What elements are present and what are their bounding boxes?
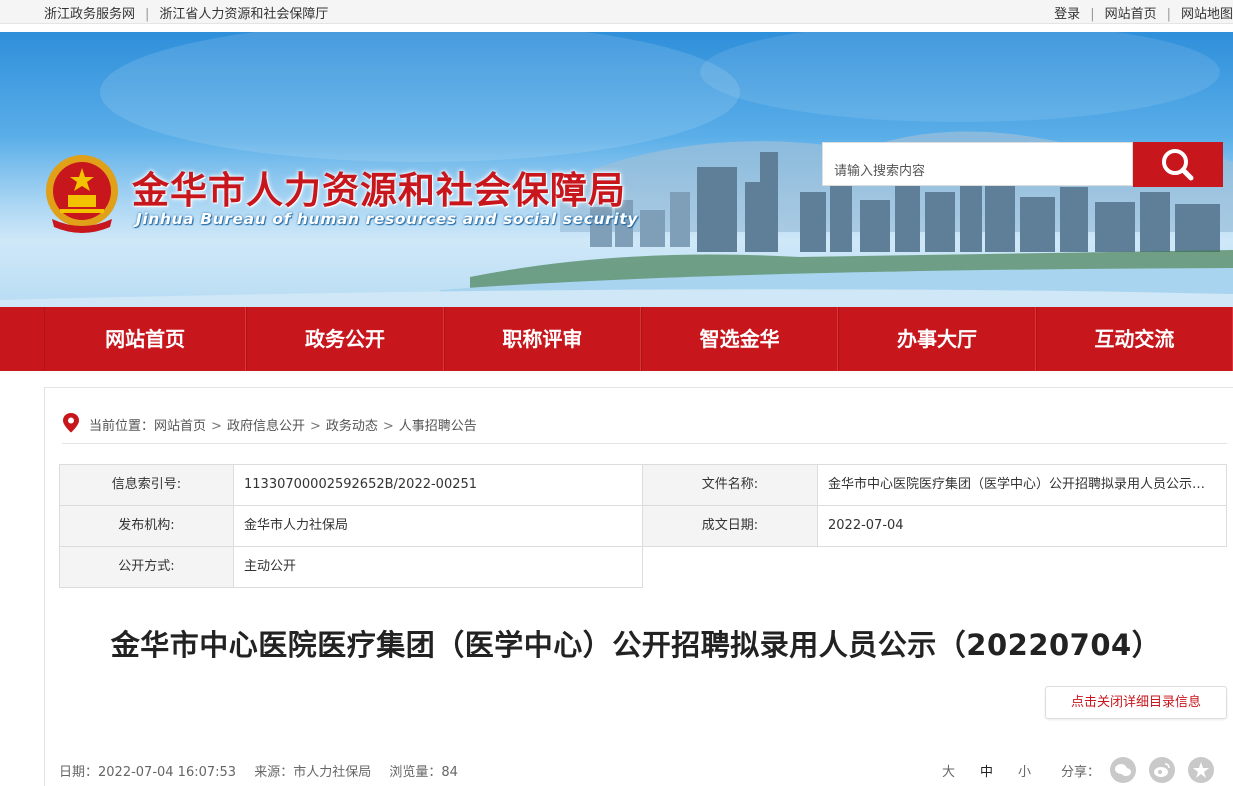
article-title: 金华市中心医院医疗集团（医学中心）公开招聘拟录用人员公示（20220704） bbox=[110, 628, 1162, 662]
breadcrumb-item[interactable]: 政务动态 bbox=[326, 419, 378, 434]
mode-label: 公开方式: bbox=[59, 546, 234, 588]
font-size-small[interactable]: 小 bbox=[1018, 765, 1031, 780]
login-link[interactable]: 登录 bbox=[1054, 7, 1080, 22]
breadcrumb-item[interactable]: 网站首页 bbox=[154, 419, 206, 434]
breadcrumb-separator: > bbox=[309, 419, 321, 434]
top-bar-left: 浙江政务服务网 | 浙江省人力资源和社会保障厅 bbox=[44, 3, 328, 22]
nav-item-home[interactable]: 网站首页 bbox=[44, 307, 247, 371]
nav-item-gov-affairs[interactable]: 政务公开 bbox=[246, 307, 444, 371]
star-icon[interactable] bbox=[1188, 757, 1214, 783]
date-value: 2022-07-04 bbox=[817, 505, 1227, 547]
share-label: 分享： bbox=[1061, 765, 1101, 780]
divider: | bbox=[1090, 7, 1095, 22]
site-title: 金华市人力资源和社会保障局 bbox=[132, 168, 626, 212]
link-zhejiang-hrss[interactable]: 浙江省人力资源和社会保障厅 bbox=[159, 7, 328, 22]
weibo-icon[interactable] bbox=[1149, 757, 1175, 783]
font-size-large[interactable]: 大 bbox=[942, 765, 955, 780]
date-label: 成文日期: bbox=[642, 505, 818, 547]
top-bar-right: 登录 | 网站首页 | 网站地图 bbox=[1054, 3, 1233, 22]
toggle-catalog-button[interactable]: 点击关闭详细目录信息 bbox=[1045, 686, 1227, 719]
breadcrumb-prefix: 当前位置： bbox=[89, 419, 155, 434]
font-size-medium[interactable]: 中 bbox=[980, 765, 993, 780]
search-button[interactable] bbox=[1133, 142, 1223, 187]
breadcrumb-item[interactable]: 人事招聘公告 bbox=[399, 419, 477, 434]
main-nav: 网站首页 政务公开 职称评审 智选金华 办事大厅 互动交流 bbox=[0, 307, 1233, 371]
site-subtitle: Jinhua Bureau of human resources and soc… bbox=[136, 210, 639, 228]
publisher-label: 发布机构: bbox=[59, 505, 234, 547]
article-source: 来源：市人力社保局 bbox=[254, 765, 372, 780]
article-meta: 日期：2022-07-04 16:07:53 来源：市人力社保局 浏览量：84 bbox=[59, 761, 458, 780]
search-input[interactable] bbox=[822, 142, 1133, 186]
search-icon bbox=[1162, 149, 1194, 181]
font-size-switcher: 大中小 bbox=[942, 761, 1056, 780]
breadcrumb-separator: > bbox=[211, 419, 222, 434]
national-emblem-icon bbox=[42, 153, 122, 235]
view-count: 浏览量：84 bbox=[389, 765, 458, 780]
index-label: 信息索引号: bbox=[59, 464, 234, 506]
sitemap-link[interactable]: 网站地图 bbox=[1181, 7, 1233, 22]
nav-item-interaction[interactable]: 互动交流 bbox=[1035, 307, 1233, 371]
mode-value: 主动公开 bbox=[233, 546, 643, 588]
wechat-icon[interactable] bbox=[1110, 757, 1136, 783]
nav-item-title-review[interactable]: 职称评审 bbox=[443, 307, 641, 371]
publish-date: 日期：2022-07-04 16:07:53 bbox=[59, 765, 237, 780]
divider: | bbox=[1166, 7, 1171, 22]
top-bar: 浙江政务服务网 | 浙江省人力资源和社会保障厅 登录 | 网站首页 | 网站地图 bbox=[0, 0, 1233, 24]
index-value: 11330700002592652B/2022-00251 bbox=[233, 464, 643, 506]
link-zhejiang-gov-service[interactable]: 浙江政务服务网 bbox=[44, 7, 135, 22]
filename-value: 金华市中心医院医疗集团（医学中心）公开招聘拟录用人员公示（20220704） bbox=[817, 464, 1227, 506]
breadcrumb-item[interactable]: 政府信息公开 bbox=[227, 419, 305, 434]
home-link[interactable]: 网站首页 bbox=[1105, 7, 1157, 22]
location-pin-icon bbox=[63, 413, 79, 433]
publisher-value: 金华市人力社保局 bbox=[233, 505, 643, 547]
breadcrumb-separator: > bbox=[382, 419, 394, 434]
divider: | bbox=[145, 7, 150, 22]
breadcrumb: 当前位置：网站首页 > 政府信息公开 > 政务动态 > 人事招聘公告 bbox=[62, 412, 1227, 444]
nav-item-talent-jinhua[interactable]: 智选金华 bbox=[641, 307, 839, 371]
nav-item-service-hall[interactable]: 办事大厅 bbox=[838, 307, 1036, 371]
filename-label: 文件名称: bbox=[642, 464, 818, 506]
